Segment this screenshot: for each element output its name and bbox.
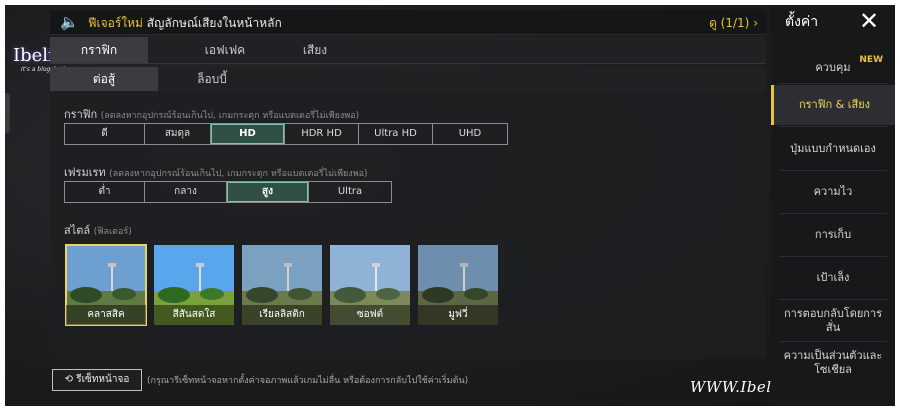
left-drawer-handle[interactable]: [5, 93, 10, 133]
sidebar-item-sensitivity[interactable]: ความไว: [771, 172, 895, 212]
settings-panel: กราฟิก (ลดลงหากอุปกรณ์ร้อนเกินไป, เกมกระ…: [50, 91, 766, 359]
style-label-text: สไตล์: [64, 224, 91, 237]
sidebar-item-controls[interactable]: NEW ควบคุม: [771, 53, 895, 83]
sidebar-item-privacy-social[interactable]: ความเป็นส่วนตัวและโซเชียล: [771, 345, 895, 381]
style-option-classic[interactable]: คลาสสิค: [65, 244, 147, 326]
framerate-label: เฟรมเรท (ลดลงหากอุปกรณ์ร้อนเกินไป, เกมกร…: [64, 163, 368, 181]
graphics-option-balanced[interactable]: สมดุล: [145, 124, 211, 144]
sidebar-item-label: ควบคุม: [815, 61, 851, 74]
divider: [779, 299, 887, 300]
reset-label: รีเซ็ทหน้าจอ: [76, 374, 130, 385]
settings-sidebar: ตั้งค่า ✕ NEW ควบคุม กราฟิก & เสียง ปุ่ม…: [771, 5, 895, 406]
new-badge: NEW: [859, 55, 883, 65]
style-option-movie[interactable]: มูฟวี่: [418, 245, 498, 325]
main-tabs: กราฟิก เอฟเฟค เสียง: [50, 37, 766, 64]
speaker-icon: 🔈: [60, 13, 79, 31]
graphics-hint: (ลดลงหากอุปกรณ์ร้อนเกินไป, เกมกระตุก หรื…: [100, 111, 360, 121]
sidebar-item-pickup[interactable]: การเก็บ: [771, 215, 895, 255]
graphics-option-hd[interactable]: HD: [211, 124, 285, 144]
style-label: สไตล์ (ฟิลเตอร์): [64, 221, 132, 239]
graphics-option-hdr-hd[interactable]: HDR HD: [285, 124, 359, 144]
graphics-quality-selector: ดี สมดุล HD HDR HD Ultra HD UHD: [64, 123, 508, 145]
sidebar-item-custom-buttons[interactable]: ปุ่มแบบกำหนดเอง: [771, 129, 895, 169]
sub-tabs: ต่อสู้ ล็อบบี้: [50, 67, 766, 91]
divider: [779, 126, 887, 127]
framerate-hint: (ลดลงหากอุปกรณ์ร้อนเกินไป, เกมกระตุก หรื…: [109, 169, 368, 179]
reset-screen-button[interactable]: ⟲ รีเซ็ทหน้าจอ: [52, 369, 142, 391]
tab-lobby[interactable]: ล็อบบี้: [158, 67, 266, 91]
reset-hint: (กรุณารีเซ็ทหน้าจอหากตั้งค่าจอภาพแล้วเกม…: [147, 376, 469, 386]
style-caption-soft: ซอฟต์: [330, 305, 410, 325]
notice-page-indicator[interactable]: ดู (1/1) ›: [709, 14, 758, 33]
style-caption-movie: มูฟวี่: [418, 305, 498, 325]
game-settings-screen: IbelieveIT It's a blog & Ideas 🔈 ฟีเจอร์…: [5, 5, 895, 406]
sidebar-item-graphics-sound[interactable]: กราฟิก & เสียง: [771, 85, 895, 125]
framerate-option-low[interactable]: ต่ำ: [65, 182, 145, 202]
settings-title: ตั้งค่า: [785, 14, 819, 30]
style-option-realistic[interactable]: เรียลลิสติก: [242, 245, 322, 325]
divider: [779, 341, 887, 342]
tab-combat[interactable]: ต่อสู้: [50, 67, 158, 91]
notice-prefix: ฟีเจอร์ใหม่: [88, 16, 143, 30]
framerate-option-ultra[interactable]: Ultra: [309, 182, 391, 202]
tab-graphics[interactable]: กราฟิก: [50, 37, 148, 63]
graphics-label: กราฟิก (ลดลงหากอุปกรณ์ร้อนเกินไป, เกมกระ…: [64, 105, 359, 123]
chevron-right-icon: ›: [753, 16, 758, 30]
reset-icon: ⟲: [64, 374, 74, 385]
tab-effects[interactable]: เอฟเฟค: [176, 37, 274, 63]
graphics-label-text: กราฟิก: [64, 108, 98, 121]
notice-text: ฟีเจอร์ใหม่ สัญลักษณ์เสียงในหน้าหลัก: [88, 14, 282, 33]
style-caption-classic: คลาสสิค: [66, 305, 146, 325]
framerate-label-text: เฟรมเรท: [64, 166, 106, 179]
style-caption-realistic: เรียลลิสติก: [242, 305, 322, 325]
style-caption-colorful: สีสันสดใส: [154, 305, 234, 325]
framerate-option-medium[interactable]: กลาง: [145, 182, 227, 202]
graphics-option-smooth[interactable]: ดี: [65, 124, 145, 144]
framerate-option-high[interactable]: สูง: [227, 182, 309, 202]
framerate-selector: ต่ำ กลาง สูง Ultra: [64, 181, 392, 203]
graphics-option-uhd[interactable]: UHD: [433, 124, 507, 144]
notice-bar[interactable]: 🔈 ฟีเจอร์ใหม่ สัญลักษณ์เสียงในหน้าหลัก ด…: [50, 10, 766, 35]
style-hint: (ฟิลเตอร์): [93, 227, 132, 237]
style-option-soft[interactable]: ซอฟต์: [330, 245, 410, 325]
divider: [779, 170, 887, 171]
style-option-colorful[interactable]: สีสันสดใส: [154, 245, 234, 325]
sidebar-item-vibration[interactable]: การตอบกลับโดยการสั่น: [771, 303, 895, 339]
page-text: ดู (1/1): [709, 16, 750, 30]
divider: [779, 213, 887, 214]
sidebar-item-crosshair[interactable]: เป้าเล็ง: [771, 258, 895, 298]
close-icon[interactable]: ✕: [859, 7, 879, 35]
divider: [779, 256, 887, 257]
notice-body: สัญลักษณ์เสียงในหน้าหลัก: [146, 16, 282, 30]
divider: [779, 83, 887, 84]
graphics-option-ultra-hd[interactable]: Ultra HD: [359, 124, 433, 144]
tab-sound[interactable]: เสียง: [266, 37, 364, 63]
